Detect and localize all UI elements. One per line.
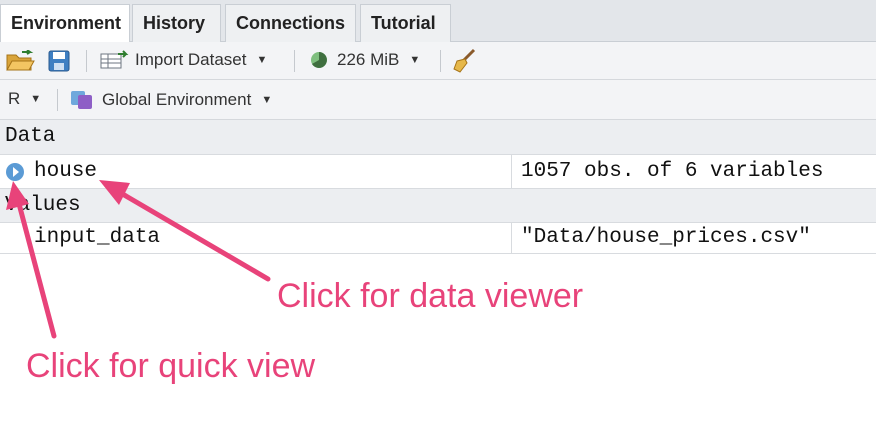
tab-tutorial[interactable]: Tutorial <box>360 4 451 42</box>
table-import-icon <box>100 50 129 69</box>
broom-icon <box>453 48 476 73</box>
language-label: R <box>8 89 21 108</box>
expand-quick-view-icon[interactable] <box>5 162 25 182</box>
memory-usage-label: 226 MiB <box>337 50 400 69</box>
import-dataset-label: Import Dataset <box>135 50 247 69</box>
tab-bar: Environment History Connections Tutorial <box>0 0 876 43</box>
folder-open-icon <box>6 50 35 71</box>
save-icon <box>48 50 70 72</box>
object-value: "Data/house_prices.csv" <box>511 223 876 253</box>
annotation-quick-view: Click for quick view <box>26 347 316 385</box>
toolbar-separator <box>57 89 58 111</box>
table-row[interactable]: input_data "Data/house_prices.csv" <box>0 223 876 254</box>
environment-label: Global Environment <box>102 90 252 109</box>
environment-icon <box>71 91 92 109</box>
data-section-header: Data <box>0 120 876 155</box>
object-summary: 1057 obs. of 6 variables <box>511 155 876 188</box>
memory-usage-button[interactable]: 226 MiB ▼ <box>309 50 420 70</box>
clear-workspace-button[interactable] <box>452 48 478 74</box>
tab-history[interactable]: History <box>132 4 221 42</box>
toolbar-separator <box>294 50 295 72</box>
chevron-down-icon: ▼ <box>261 94 273 106</box>
toolbar-separator <box>440 50 441 72</box>
save-workspace-button[interactable] <box>48 50 70 72</box>
environment-selector-bar: R ▼ Global Environment ▼ <box>0 80 876 120</box>
environment-dropdown[interactable]: Global Environment ▼ <box>70 89 272 111</box>
toolbar-separator <box>86 50 87 72</box>
load-workspace-button[interactable] <box>5 50 35 72</box>
tab-connections[interactable]: Connections <box>225 4 356 42</box>
chevron-down-icon: ▼ <box>30 93 42 105</box>
tab-environment[interactable]: Environment <box>0 4 130 43</box>
language-dropdown[interactable]: R ▼ <box>8 89 41 109</box>
chevron-down-icon: ▼ <box>256 54 268 66</box>
annotation-data-viewer: Click for data viewer <box>277 277 584 315</box>
table-row[interactable]: house 1057 obs. of 6 variables <box>0 155 876 189</box>
values-section-header: Values <box>0 189 876 223</box>
object-name[interactable]: house <box>34 155 97 188</box>
environment-toolbar: Import Dataset ▼ 226 MiB ▼ <box>0 42 876 80</box>
object-name: input_data <box>34 226 161 249</box>
memory-pie-icon <box>311 52 327 68</box>
chevron-down-icon: ▼ <box>409 54 421 66</box>
import-dataset-button[interactable]: Import Dataset ▼ <box>100 50 267 70</box>
